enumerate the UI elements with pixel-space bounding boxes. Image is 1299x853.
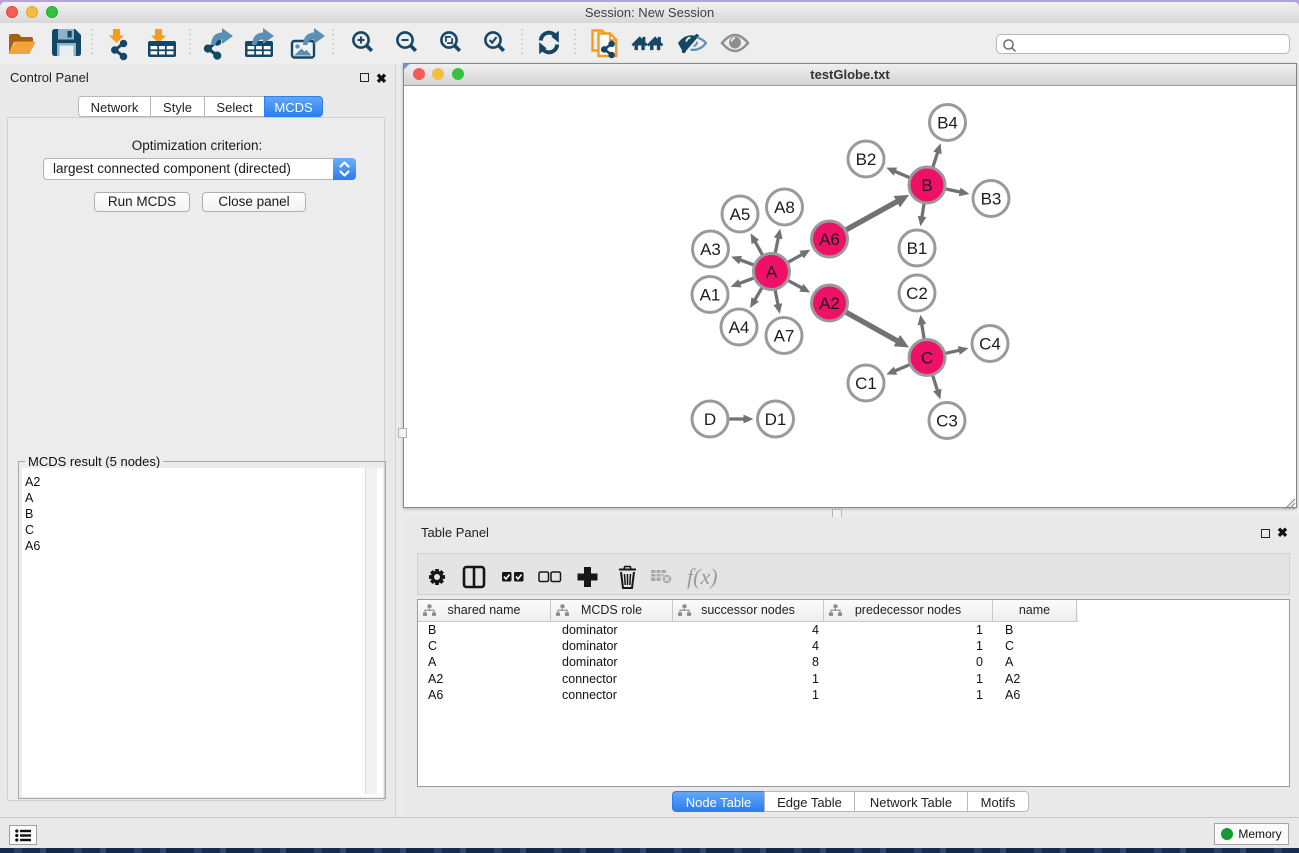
svg-text:C4: C4 <box>979 335 1001 354</box>
svg-text:A8: A8 <box>774 198 795 217</box>
svg-text:f(x): f(x) <box>687 564 718 589</box>
svg-text:A3: A3 <box>700 240 721 259</box>
svg-text:A7: A7 <box>774 327 795 346</box>
svg-text:A: A <box>766 263 778 282</box>
svg-text:B: B <box>921 176 932 195</box>
svg-text:C3: C3 <box>936 412 958 431</box>
svg-text:A5: A5 <box>730 205 751 224</box>
svg-text:B4: B4 <box>937 114 958 133</box>
svg-text:B3: B3 <box>981 190 1002 209</box>
svg-text:B1: B1 <box>907 239 928 258</box>
svg-text:C2: C2 <box>906 284 928 303</box>
svg-text:A1: A1 <box>700 286 721 305</box>
svg-text:D: D <box>704 410 716 429</box>
svg-text:C1: C1 <box>855 374 877 393</box>
svg-text:C: C <box>921 349 933 368</box>
svg-text:B2: B2 <box>856 150 877 169</box>
svg-text:A2: A2 <box>819 294 840 313</box>
svg-text:D1: D1 <box>765 410 787 429</box>
svg-text:A4: A4 <box>729 318 750 337</box>
svg-text:A6: A6 <box>819 230 840 249</box>
